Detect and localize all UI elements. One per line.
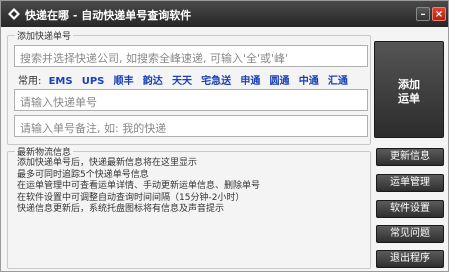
- courier-link-huitong[interactable]: 汇通: [328, 72, 348, 87]
- app-window: 快递在哪 - 自动快递单号查询软件 – × 添加快递单号 搜索并选择快递公司, …: [0, 0, 449, 272]
- logistics-info-text: 添加快递单号后，快递最新信息将在这里显示 最多可同时追踪5个快递单号信息 在运单…: [17, 158, 367, 216]
- common-couriers-row: 常用: EMS UPS 顺丰 韵达 天天 宅急送 申通 圆通 中通 汇通: [18, 72, 368, 87]
- common-couriers-label: 常用:: [18, 76, 42, 87]
- info-line: 快递信息更新后，系统托盘图标将有信息及声音提示: [17, 204, 225, 214]
- courier-link-tiantian[interactable]: 天天: [172, 72, 192, 87]
- courier-link-zhongtong[interactable]: 中通: [299, 72, 319, 87]
- exit-button[interactable]: 退出程序: [376, 250, 444, 268]
- courier-link-ups[interactable]: UPS: [82, 76, 105, 87]
- courier-link-zhaijisong[interactable]: 宅急送: [201, 72, 231, 87]
- info-line: 添加快递单号后，快递最新信息将在这里显示: [17, 158, 198, 168]
- courier-company-search-input[interactable]: 搜索并选择快递公司, 如搜索全峰速递, 可输入'全'或'峰': [14, 45, 368, 67]
- refresh-info-button[interactable]: 更新信息: [376, 148, 444, 166]
- info-line: 最多可同时追踪5个快递单号信息: [17, 169, 149, 180]
- minimize-button[interactable]: –: [416, 7, 430, 21]
- close-button[interactable]: ×: [432, 7, 446, 21]
- info-line: 在运单管理中可查看运单详情、手动更新运单信息、删除单号: [17, 181, 261, 191]
- courier-link-yuantong[interactable]: 圆通: [270, 72, 290, 87]
- tracking-note-input[interactable]: 请输入单号备注, 如: 我的快递: [14, 115, 368, 137]
- waybill-manage-button[interactable]: 运单管理: [376, 174, 444, 192]
- courier-link-shunfeng[interactable]: 顺丰: [114, 72, 134, 87]
- tracking-number-input[interactable]: 请输入快递单号: [14, 89, 368, 111]
- courier-link-yunda[interactable]: 韵达: [143, 72, 163, 87]
- add-number-group-title: 添加快递单号: [15, 29, 74, 42]
- add-waybill-label-line2: 运单: [398, 92, 420, 105]
- logistics-info-group-title: 最新物流信息: [15, 145, 74, 158]
- add-waybill-label-line1: 添加: [398, 78, 420, 91]
- diamond-app-icon: [8, 8, 20, 20]
- settings-button[interactable]: 软件设置: [376, 200, 444, 218]
- window-title: 快递在哪 - 自动快递单号查询软件: [25, 9, 192, 22]
- info-line: 在软件设置中可调整自动查询时间间隔（15分钟-2小时）: [17, 192, 245, 203]
- add-waybill-button[interactable]: 添加 运单: [374, 41, 444, 138]
- courier-link-shentong[interactable]: 申通: [240, 72, 260, 87]
- title-bar[interactable]: 快递在哪 - 自动快递单号查询软件 – ×: [1, 1, 448, 27]
- faq-button[interactable]: 常见问题: [376, 225, 444, 243]
- courier-link-ems[interactable]: EMS: [49, 76, 73, 87]
